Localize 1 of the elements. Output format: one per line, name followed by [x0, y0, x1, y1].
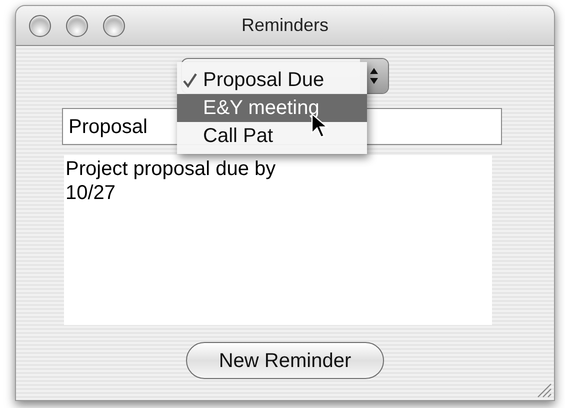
window-title: Reminders: [241, 14, 329, 37]
